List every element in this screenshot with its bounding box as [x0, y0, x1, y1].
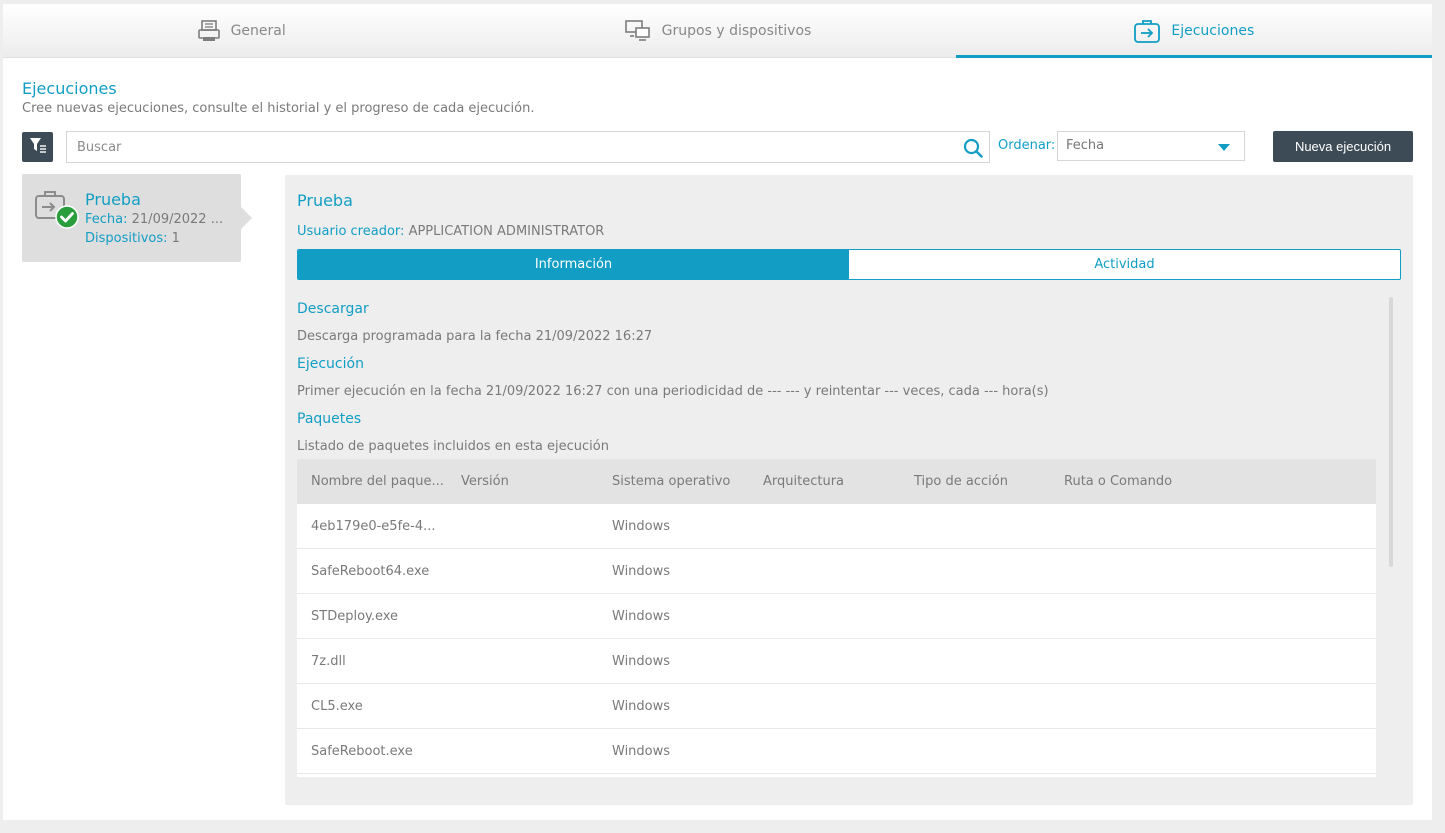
table-row[interactable]: 4eb179e0-e5fe-4... Windows — [297, 504, 1376, 549]
download-heading: Descargar — [297, 301, 369, 317]
filter-button[interactable] — [22, 132, 53, 162]
table-cell: 7z.dll — [311, 653, 346, 669]
execution-date: Fecha: 21/09/2022 ... — [85, 212, 223, 227]
detail-segmented-control: Información Actividad — [297, 249, 1401, 280]
packages-text: Listado de paquetes incluidos en esta ej… — [297, 439, 609, 454]
detail-creator: Usuario creador: APPLICATION ADMINISTRAT… — [297, 224, 604, 239]
sort-select-value: Fecha — [1066, 138, 1105, 153]
execution-devices-label: Dispositivos: — [85, 231, 168, 246]
segment-informacion[interactable]: Información — [298, 250, 849, 279]
tab-executions[interactable]: Ejecuciones — [955, 4, 1433, 58]
tab-executions-label: Ejecuciones — [1171, 22, 1255, 39]
table-row[interactable]: SafeReboot.exe Windows — [297, 729, 1376, 774]
sort-select[interactable]: Fecha — [1057, 131, 1245, 161]
execution-heading: Ejecución — [297, 356, 364, 372]
briefcase-arrow-icon — [1133, 18, 1161, 44]
table-row[interactable]: SafeReboot64.exe Windows — [297, 549, 1376, 594]
execution-devices-value: 1 — [171, 231, 180, 246]
column-header[interactable]: Sistema operativo — [598, 474, 749, 489]
column-header[interactable]: Arquitectura — [749, 474, 900, 489]
table-cell: SafeReboot64.exe — [311, 563, 430, 579]
execution-success-icon — [34, 186, 80, 236]
detail-title: Prueba — [297, 191, 353, 210]
table-cell: Windows — [612, 563, 671, 579]
top-tabs: General Grupos y dispositivos Ejecucione… — [3, 4, 1433, 58]
table-row[interactable]: STDeploy.exe Windows — [297, 594, 1376, 639]
table-cell: Windows — [612, 608, 671, 624]
devices-icon — [624, 19, 652, 43]
search-input[interactable] — [67, 132, 947, 162]
search-box — [66, 131, 990, 163]
table-cell: Windows — [612, 698, 671, 714]
detail-creator-label: Usuario creador: — [297, 224, 405, 239]
printer-icon — [197, 19, 221, 43]
search-icon[interactable] — [963, 138, 983, 162]
new-execution-button[interactable]: Nueva ejecución — [1273, 131, 1413, 162]
table-cell: Windows — [612, 518, 671, 534]
app-frame: General Grupos y dispositivos Ejecucione… — [3, 4, 1433, 820]
detail-scrollbar[interactable] — [1389, 297, 1393, 567]
table-cell: STDeploy.exe — [311, 608, 399, 624]
column-header[interactable]: Versión — [447, 474, 598, 489]
page-title: Ejecuciones — [22, 79, 117, 98]
table-row[interactable]: 7z.dll Windows — [297, 639, 1376, 684]
tab-general[interactable]: General — [3, 4, 479, 57]
column-header[interactable]: Tipo de acción — [900, 474, 1050, 489]
execution-devices: Dispositivos: 1 — [85, 231, 180, 246]
packages-heading: Paquetes — [297, 411, 362, 427]
detail-creator-value: APPLICATION ADMINISTRATOR — [408, 224, 605, 239]
execution-date-value: 21/09/2022 ... — [131, 212, 224, 227]
tab-general-label: General — [230, 22, 286, 39]
execution-text: Primer ejecución en la fecha 21/09/2022 … — [297, 384, 1049, 399]
segment-actividad[interactable]: Actividad — [849, 250, 1400, 279]
execution-detail-panel: Prueba Usuario creador: APPLICATION ADMI… — [285, 175, 1413, 805]
tab-groups-devices[interactable]: Grupos y dispositivos — [479, 4, 955, 57]
table-cell: 4eb179e0-e5fe-4... — [311, 518, 436, 534]
table-cell: SafeReboot.exe — [311, 743, 413, 759]
chevron-down-icon — [1218, 144, 1230, 151]
filter-icon — [29, 137, 47, 157]
table-cell: Windows — [612, 653, 671, 669]
column-header[interactable]: Nombre del paque... — [297, 474, 447, 489]
execution-name: Prueba — [85, 190, 141, 209]
packages-table-header: Nombre del paque... Versión Sistema oper… — [297, 459, 1376, 504]
table-cell: CL5.exe — [311, 698, 363, 714]
table-row[interactable]: CL5.exe Windows — [297, 684, 1376, 729]
packages-table: Nombre del paque... Versión Sistema oper… — [297, 459, 1376, 777]
execution-date-label: Fecha: — [85, 212, 128, 227]
execution-card[interactable]: Prueba Fecha: 21/09/2022 ... Dispositivo… — [22, 174, 252, 262]
column-header[interactable]: Ruta o Comando — [1050, 474, 1250, 489]
table-cell: Windows — [612, 743, 671, 759]
sort-label: Ordenar: — [998, 138, 1056, 153]
download-text: Descarga programada para la fecha 21/09/… — [297, 329, 653, 344]
page-subtitle: Cree nuevas ejecuciones, consulte el his… — [22, 101, 535, 116]
tab-groups-devices-label: Grupos y dispositivos — [661, 22, 812, 39]
